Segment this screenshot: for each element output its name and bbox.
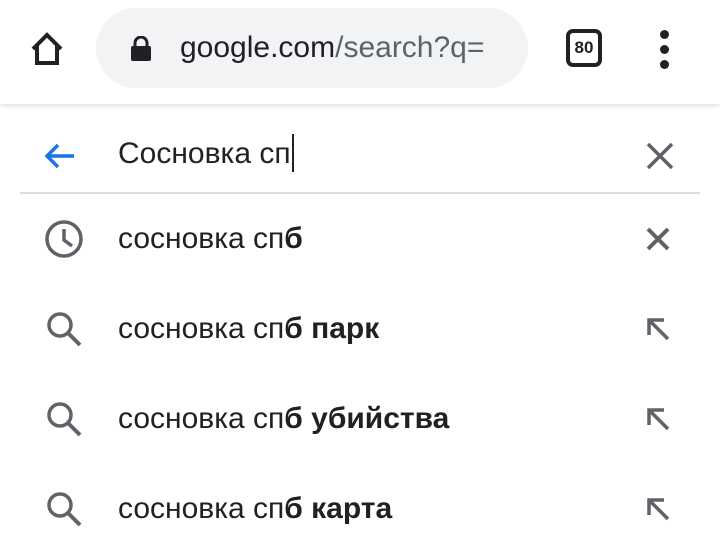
home-icon xyxy=(31,32,63,65)
suggestion-text: сосновка спб убийства xyxy=(118,374,449,464)
suggestion-completion: б парк xyxy=(284,312,380,345)
tab-count: 80 xyxy=(574,38,594,57)
omnibox[interactable]: google.com/search?q= xyxy=(96,8,528,88)
suggestion-prefix: сосновка сп xyxy=(118,312,285,345)
clear-icon[interactable] xyxy=(642,138,678,174)
tab-switcher-button[interactable]: 80 xyxy=(566,29,602,67)
suggestion-completion: б xyxy=(284,222,303,255)
history-icon xyxy=(45,220,83,258)
suggestion-item[interactable]: сосновка спб xyxy=(0,194,720,284)
arrow-up-left-icon[interactable] xyxy=(640,401,676,437)
suggestion-item[interactable]: сосновка спб парк xyxy=(0,284,720,374)
url-text: google.com/search?q= xyxy=(180,8,484,88)
home-button[interactable] xyxy=(26,28,68,70)
suggestion-item[interactable]: сосновка спб убийства xyxy=(0,374,720,464)
suggestion-completion: б карта xyxy=(284,492,393,525)
suggestion-text: сосновка спб xyxy=(118,194,303,284)
search-input[interactable]: Сосновка сп xyxy=(118,116,294,192)
suggestion-prefix: сосновка сп xyxy=(118,492,285,525)
suggestion-text: сосновка спб карта xyxy=(118,464,392,554)
back-arrow-icon[interactable] xyxy=(40,136,80,176)
search-icon xyxy=(47,402,82,437)
suggestion-prefix: сосновка сп xyxy=(118,402,285,435)
text-caret xyxy=(291,134,294,173)
lock-icon xyxy=(131,36,151,61)
url-host: google.com xyxy=(180,31,336,64)
suggestion-item[interactable]: сосновка спб карта xyxy=(0,464,720,554)
remove-icon[interactable] xyxy=(640,221,676,257)
search-icon xyxy=(47,312,82,347)
arrow-up-left-icon[interactable] xyxy=(640,311,676,347)
suggestion-prefix: сосновка сп xyxy=(118,222,285,255)
suggestion-text: сосновка спб парк xyxy=(118,284,379,374)
search-icon xyxy=(47,492,82,527)
search-query-text: Сосновка сп xyxy=(118,137,291,170)
browser-toolbar: google.com/search?q= 80 xyxy=(0,0,720,104)
suggestion-completion: б убийства xyxy=(284,402,450,435)
overflow-menu-icon[interactable] xyxy=(654,30,674,70)
arrow-up-left-icon[interactable] xyxy=(640,491,676,527)
url-path: /search?q= xyxy=(335,31,485,64)
search-field-row: Сосновка сп xyxy=(20,116,700,194)
